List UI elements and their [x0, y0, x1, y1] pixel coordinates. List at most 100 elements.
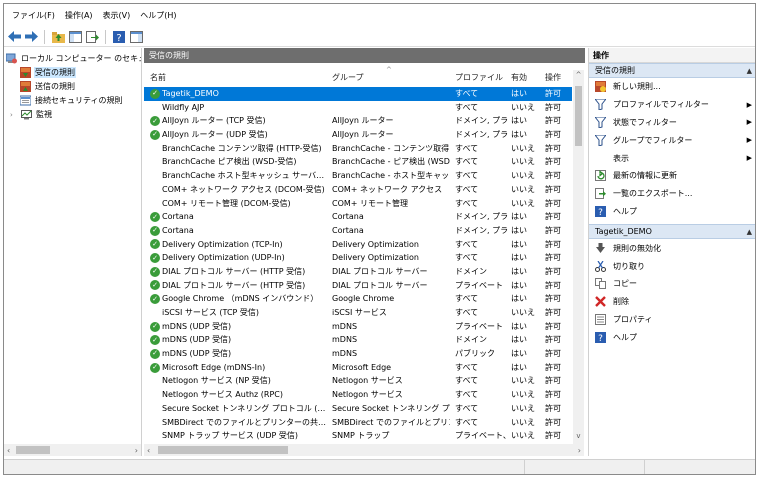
scroll-up-arrow-icon[interactable]: ^ — [573, 71, 584, 79]
table-row[interactable]: ✓ DIAL プロトコル サーバー (HTTP 受信) DIAL プロトコル サーバ… — [144, 265, 572, 279]
scrollbar-thumb[interactable] — [575, 86, 582, 146]
rule-name-cell: SMBDirect でのファイルとプリンターの共有 (iW... — [150, 416, 328, 430]
action-menu-4[interactable]: 表示 ▶ — [589, 149, 755, 167]
table-row[interactable]: COM+ リモート管理 (DCOM-受信) COM+ リモート管理 すべて いいえ 許可 — [144, 197, 572, 211]
table-row[interactable]: ✓CortanaCortanaドメイン, プラ...はい許可 — [144, 210, 572, 224]
action-refresh-5[interactable]: 最新の情報に更新 — [589, 167, 755, 185]
table-row[interactable]: Wildfly AJP すべて いいえ 許可 — [144, 101, 572, 115]
export-list-icon[interactable] — [85, 30, 99, 44]
scrollbar-thumb[interactable] — [158, 446, 288, 454]
tree-item-connection-security-rules[interactable]: 接続セキュリティの規則 — [19, 94, 124, 107]
table-row[interactable]: Secure Socket トンネリング プロトコル (SSTP 受... Sec… — [144, 402, 572, 416]
list-horizontal-scrollbar[interactable]: ‹ › — [144, 444, 584, 456]
enabled-check-icon: ✓ — [150, 253, 160, 264]
tree-root[interactable]: ローカル コンピューター のセキュリティ — [5, 52, 141, 65]
table-row[interactable]: BranchCache ホスト型キャッシュ サーバー (HTT... Branch… — [144, 169, 572, 183]
rule-group: mDNS — [332, 335, 358, 345]
table-row[interactable]: BranchCache ピア検出 (WSD-受信) BranchCache - ピ… — [144, 155, 572, 169]
table-row[interactable]: BranchCache コンテンツ取得 (HTTP-受信) BranchCache… — [144, 142, 572, 156]
rule-group: SNMP トラップ — [332, 431, 390, 441]
column-header-group[interactable]: グループ — [332, 72, 364, 83]
table-row[interactable]: ✓ Delivery Optimization (TCP-In) Delivery … — [144, 238, 572, 252]
collapse-caret-icon[interactable]: ▲ — [747, 67, 752, 75]
table-row[interactable]: ✓ mDNS (UDP 受信) mDNS プライベート はい 許可 — [144, 320, 572, 334]
rule-enabled: はい — [511, 294, 527, 304]
rules-list-panel: 受信の規則 名前 ^ グループ プロファイル 有効 操作 ✓ Tagetik_DE… — [144, 48, 585, 456]
action-cut-1[interactable]: 切り取り — [589, 257, 755, 275]
action-filter-1[interactable]: プロファイルでフィルター ▶ — [589, 96, 755, 114]
rule-enabled: はい — [511, 239, 527, 249]
action-filter-2[interactable]: 状態でフィルター ▶ — [589, 114, 755, 132]
scroll-left-arrow-icon[interactable]: ‹ — [7, 446, 10, 455]
expand-chevron-icon[interactable]: › — [10, 111, 18, 119]
tree-item-outbound-rules[interactable]: 送信の規則 — [20, 80, 76, 93]
submenu-arrow-icon: ▶ — [746, 136, 752, 145]
menu-help[interactable]: ヘルプ(H) — [135, 10, 181, 21]
column-header-profile[interactable]: プロファイル — [455, 72, 503, 83]
tree-item-inbound-rules[interactable]: 受信の規則 — [20, 66, 76, 79]
table-row[interactable]: ✓ Google Chrome （mDNS インバウンド） Google Chrom… — [144, 292, 572, 306]
actions-section-inbound-rules[interactable]: 受信の規則 ▲ — [589, 63, 755, 78]
rule-profile: すべて — [455, 198, 479, 208]
table-row[interactable]: SNMP トラップ サービス (UDP 受信) SNMP トラップ プライベート、.… — [144, 429, 572, 443]
scroll-right-arrow-icon[interactable]: › — [135, 446, 138, 455]
table-row[interactable]: ✓ Microsoft Edge (mDNS-In) Microsoft Edge す… — [144, 361, 572, 375]
rule-name: Cortana — [162, 225, 194, 235]
scroll-right-arrow-icon[interactable]: › — [578, 446, 581, 455]
scrollbar-thumb[interactable] — [16, 446, 50, 454]
forward-arrow-icon[interactable] — [24, 30, 38, 44]
action-delete-3[interactable]: 削除 — [589, 293, 755, 311]
scroll-down-arrow-icon[interactable]: v — [573, 432, 584, 440]
column-header-name[interactable]: 名前 — [150, 72, 166, 83]
table-row[interactable]: ✓ DIAL プロトコル サーバー (HTTP 受信) DIAL プロトコル サーバ… — [144, 279, 572, 293]
table-row[interactable]: SMBDirect でのファイルとプリンターの共有 (iW... SMBDirec… — [144, 416, 572, 430]
table-row[interactable]: ✓ AllJoyn ルーター (UDP 受信) AllJoyn ルーター ドメイン, … — [144, 128, 572, 142]
table-row[interactable]: ✓ AllJoyn ルーター (TCP 受信) AllJoyn ルーター ドメイン, … — [144, 114, 572, 128]
action-help-7[interactable]: ? ヘルプ — [589, 203, 755, 221]
column-header-action[interactable]: 操作 — [545, 72, 561, 83]
tree-horizontal-scrollbar[interactable]: ‹ › — [4, 444, 141, 456]
menu-view[interactable]: 表示(V) — [98, 10, 136, 21]
table-row[interactable]: ✓ mDNS (UDP 受信) mDNS パブリック はい 許可 — [144, 347, 572, 361]
table-row[interactable]: ✓ Tagetik_DEMO すべて はい 許可 — [144, 87, 572, 101]
rule-action: 許可 — [545, 130, 561, 140]
tree-item-monitoring[interactable]: › 監視 — [10, 108, 53, 121]
table-row[interactable]: Netlogon サービス (NP 受信) Netlogon サービス すべて いいえ… — [144, 374, 572, 388]
rule-action: 許可 — [545, 308, 561, 317]
action-properties-4[interactable]: プロパティ — [589, 311, 755, 329]
rule-enabled: はい — [511, 362, 527, 372]
rule-group: mDNS — [332, 349, 358, 359]
up-folder-icon[interactable] — [51, 30, 65, 44]
rule-action: 許可 — [545, 143, 561, 153]
table-row[interactable]: ✓ Delivery Optimization (UDP-In) Delivery … — [144, 251, 572, 265]
collapse-caret-icon[interactable]: ▲ — [747, 228, 752, 236]
table-row[interactable]: COM+ ネットワーク アクセス (DCOM-受信) COM+ ネットワーク アク… — [144, 183, 572, 197]
back-arrow-icon[interactable] — [7, 30, 21, 44]
table-row[interactable]: Netlogon サービス Authz (RPC) Netlogon サービス すべ… — [144, 388, 572, 402]
table-row[interactable]: iSCSI サービス (TCP 受信) iSCSI サービス すべて いいえ 許可 — [144, 306, 572, 320]
rule-action: 許可 — [545, 349, 561, 359]
action-new-rule-0[interactable]: 新しい規則... — [589, 78, 755, 96]
help-icon[interactable]: ? — [112, 30, 126, 44]
menu-file[interactable]: ファイル(F) — [7, 10, 60, 21]
action-disable-rule-0[interactable]: 規則の無効化 — [589, 239, 755, 257]
action-export-6[interactable]: 一覧のエクスポート... — [589, 185, 755, 203]
scroll-left-arrow-icon[interactable]: ‹ — [147, 446, 150, 455]
action-help-5[interactable]: ? ヘルプ — [589, 328, 755, 346]
show-hide-action-pane-icon[interactable] — [129, 30, 143, 44]
column-header-enabled[interactable]: 有効 — [511, 72, 527, 83]
actions-section-selected-rule[interactable]: Tagetik_DEMO ▲ — [589, 224, 755, 240]
table-row[interactable]: ✓ mDNS (UDP 受信) mDNS ドメイン はい 許可 — [144, 333, 572, 347]
action-filter-3[interactable]: グループでフィルター ▶ — [589, 131, 755, 149]
rule-name: SNMP トラップ サービス (UDP 受信) — [162, 431, 299, 441]
show-hide-console-tree-icon[interactable] — [68, 30, 82, 44]
rule-name: Delivery Optimization (TCP-In) — [162, 239, 283, 249]
rule-name-cell: BranchCache コンテンツ取得 (HTTP-受信) — [150, 142, 328, 156]
rule-group: DIAL プロトコル サーバー — [332, 266, 428, 276]
rule-name-cell: ✓ AllJoyn ルーター (UDP 受信) — [150, 128, 328, 142]
list-vertical-scrollbar[interactable]: ^ v — [573, 70, 584, 444]
rule-name-cell: ✓ Microsoft Edge (mDNS-In) — [150, 361, 328, 375]
table-row[interactable]: ✓CortanaCortanaドメイン, プラ...はい許可 — [144, 224, 572, 238]
menu-action[interactable]: 操作(A) — [60, 10, 98, 21]
action-copy-2[interactable]: コピー — [589, 275, 755, 293]
